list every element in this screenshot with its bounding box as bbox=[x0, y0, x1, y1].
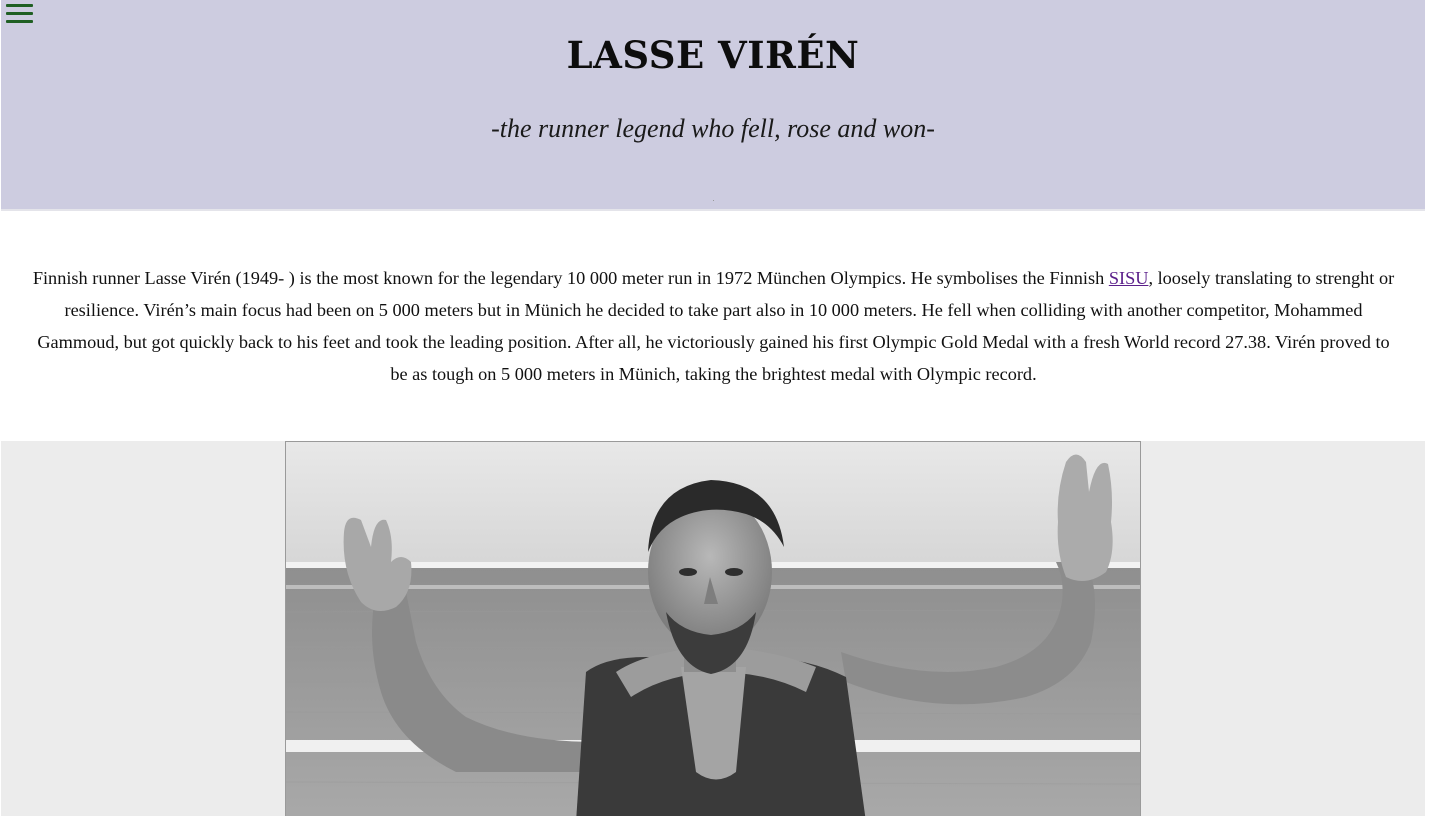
intro-text-start: Finnish runner Lasse Virén (1949- ) is t… bbox=[32, 268, 1109, 288]
runner-photo bbox=[285, 441, 1141, 816]
hamburger-menu-icon[interactable] bbox=[6, 2, 34, 26]
sisu-link[interactable]: SISU bbox=[1109, 268, 1149, 288]
header-divider-dot bbox=[713, 200, 714, 201]
runner-photo-image bbox=[286, 442, 1140, 816]
page-title: LASSE VIRÉN bbox=[566, 33, 860, 77]
photo-gallery bbox=[1, 441, 1425, 816]
intro-paragraph: Finnish runner Lasse Virén (1949- ) is t… bbox=[30, 262, 1397, 390]
hero-header: LASSE VIRÉN -the runner legend who fell,… bbox=[1, 0, 1425, 211]
page-subtitle: -the runner legend who fell, rose and wo… bbox=[491, 114, 935, 143]
